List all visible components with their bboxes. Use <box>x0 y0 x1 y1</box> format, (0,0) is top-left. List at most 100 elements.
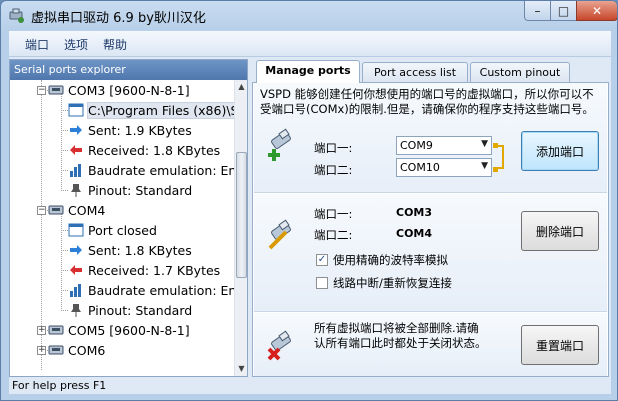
arrow-right-icon <box>70 125 82 135</box>
tree-item[interactable]: Sent: 1.8 KBytes <box>68 240 192 260</box>
bar-chart-icon <box>70 164 81 177</box>
serial-port-icon <box>48 325 64 335</box>
line-break-label: 线路中断/重新恢复连接 <box>333 276 452 290</box>
tree-item-label: COM6 <box>68 342 106 358</box>
scroll-down-icon[interactable]: ▼ <box>236 363 247 374</box>
tree-item[interactable]: Pinout: Standard <box>68 300 192 320</box>
tree-item-label: Sent: 1.9 KBytes <box>88 122 192 138</box>
ports-explorer: Serial ports explorer COM3 [9600-N-8-1] −… <box>9 59 248 377</box>
add-ports-button[interactable]: 添加端口 <box>521 131 599 171</box>
minimize-button[interactable]: – <box>524 1 551 21</box>
menu-help[interactable]: 帮助 <box>103 36 127 53</box>
checkmark-icon: ✓ <box>316 254 328 266</box>
chevron-down-icon: ▼ <box>481 161 488 171</box>
bar-chart-icon <box>70 284 81 297</box>
tree-connector <box>61 290 68 291</box>
port1-select-value: COM9 <box>400 139 433 152</box>
tree-item-label: Port closed <box>88 222 157 238</box>
tree-item[interactable]: COM6 <box>48 340 105 360</box>
tree-item[interactable]: Received: 1.8 KBytes <box>68 140 220 160</box>
tree-item-label: C:\Program Files (x86)\S <box>86 101 234 119</box>
tree-item-label: Received: 1.7 KBytes <box>88 262 221 278</box>
tab-port-access-list[interactable]: Port access list <box>362 62 468 82</box>
chevron-down-icon: ▼ <box>481 139 488 149</box>
port1-select[interactable]: COM9 ▼ <box>396 136 492 155</box>
scroll-up-icon[interactable]: ▲ <box>236 81 247 92</box>
status-bar: For help press F1 <box>9 378 611 394</box>
serial-port-icon <box>48 345 64 355</box>
menu-options[interactable]: 选项 <box>64 36 88 53</box>
port2-select[interactable]: COM10 ▼ <box>396 158 492 177</box>
delete-ports-button[interactable]: 删除端口 <box>521 211 599 251</box>
collapse-icon[interactable]: − <box>37 206 46 215</box>
delete-port1-label: 端口一: <box>314 207 353 221</box>
menu-bar: 端口 选项 帮助 <box>9 31 611 57</box>
client-area: 端口 选项 帮助 Serial ports explorer COM3 [960… <box>9 31 611 394</box>
add-description: VSPD 能够创建任何你想使用的端口号的虚拟端口，所以你可以不受端口号(COMx… <box>260 87 594 116</box>
arrow-left-icon <box>70 145 82 155</box>
title-bar[interactable]: 虚拟串口驱动 6.9 by耿川汉化 – □ ✕ <box>1 1 617 31</box>
checkbox-box <box>316 277 328 289</box>
accurate-baudrate-label: 使用精确的波特率模拟 <box>333 253 448 267</box>
port2-select-value: COM10 <box>400 161 440 174</box>
tree-item-label: Pinout: Standard <box>88 302 193 318</box>
accurate-baudrate-checkbox[interactable]: ✓ 使用精确的波特率模拟 <box>316 252 448 268</box>
arrow-left-icon <box>70 265 82 275</box>
add-port-icon <box>268 128 291 161</box>
tree-item[interactable]: COM5 [9600-N-8-1] <box>48 320 190 340</box>
tree-item[interactable]: C:\Program Files (x86)\S <box>68 100 234 120</box>
collapse-icon[interactable]: − <box>37 86 46 95</box>
expand-icon[interactable]: + <box>37 326 46 335</box>
tab-manage-ports[interactable]: Manage ports <box>256 60 360 83</box>
close-button[interactable]: ✕ <box>576 1 617 21</box>
window-title: 虚拟串口驱动 6.9 by耿川汉化 <box>31 11 206 26</box>
tree-item[interactable]: Pinout: Standard <box>68 180 192 200</box>
arrow-right-icon <box>70 245 82 255</box>
reset-description: 所有虚拟端口将被全部删除.请确认所有端口此时都处于关闭状态。 <box>314 321 487 350</box>
explorer-header: Serial ports explorer <box>10 60 247 80</box>
scroll-thumb[interactable] <box>236 152 247 278</box>
tree-item-label: COM3 [9600-N-8-1] <box>68 82 190 98</box>
tree-item-label: Received: 1.8 KBytes <box>88 142 221 158</box>
bracket-dot-top <box>493 143 498 148</box>
tree-item[interactable]: Baudrate emulation: Ena <box>68 160 234 180</box>
serial-port-icon <box>48 85 64 95</box>
tree-connector <box>61 150 68 151</box>
tree-connector <box>61 170 68 171</box>
pin-icon <box>71 304 81 317</box>
tab-custom-pinout[interactable]: Custom pinout <box>470 62 570 82</box>
reset-ports-section: 所有虚拟端口将被全部删除.请确认所有端口此时都处于关闭状态。 重置端口 <box>254 313 607 376</box>
tree-item-label: Baudrate emulation: Ena <box>88 282 234 298</box>
tree-connector <box>61 270 68 271</box>
app-window: 虚拟串口驱动 6.9 by耿川汉化 – □ ✕ 端口 选项 帮助 Serial … <box>0 0 618 401</box>
delete-port1-value: COM3 <box>396 206 433 219</box>
delete-port2-value: COM4 <box>396 227 433 240</box>
tree-connector <box>61 230 68 231</box>
tree-connector <box>61 250 68 251</box>
tree-connector <box>61 190 68 191</box>
tree-item[interactable]: COM3 [9600-N-8-1] <box>48 80 190 100</box>
tree-item[interactable]: Received: 1.7 KBytes <box>68 260 220 280</box>
pin-icon <box>71 184 81 197</box>
maximize-button[interactable]: □ <box>550 1 577 21</box>
ports-tree[interactable]: COM3 [9600-N-8-1] − C:\Program Files (x86)… <box>10 80 234 376</box>
line-break-checkbox[interactable]: 线路中断/重新恢复连接 <box>316 275 452 291</box>
tree-connector <box>61 110 68 111</box>
expand-icon[interactable]: + <box>37 346 46 355</box>
explorer-scrollbar[interactable]: ▲ ▼ <box>234 80 247 376</box>
serial-port-icon <box>48 205 64 215</box>
tree-connector <box>61 310 68 311</box>
delete-port-icon <box>268 219 291 250</box>
reset-port-icon <box>267 330 291 361</box>
tree-item-label: COM5 [9600-N-8-1] <box>68 322 190 338</box>
manage-panel: Manage ports Port access list Custom pin… <box>252 59 609 377</box>
tree-item[interactable]: Port closed <box>68 220 157 240</box>
tree-item[interactable]: Sent: 1.9 KBytes <box>68 120 192 140</box>
tree-item[interactable]: Baudrate emulation: Ena <box>68 280 234 300</box>
tree-item-label: COM4 <box>68 202 106 218</box>
tab-content: VSPD 能够创建任何你想使用的端口号的虚拟端口，所以你可以不受端口号(COMx… <box>252 82 609 377</box>
menu-ports[interactable]: 端口 <box>25 36 49 53</box>
add-ports-section: VSPD 能够创建任何你想使用的端口号的虚拟端口，所以你可以不受端口号(COMx… <box>254 83 607 193</box>
reset-ports-button[interactable]: 重置端口 <box>521 325 599 365</box>
tree-item[interactable]: COM4 <box>48 200 105 220</box>
